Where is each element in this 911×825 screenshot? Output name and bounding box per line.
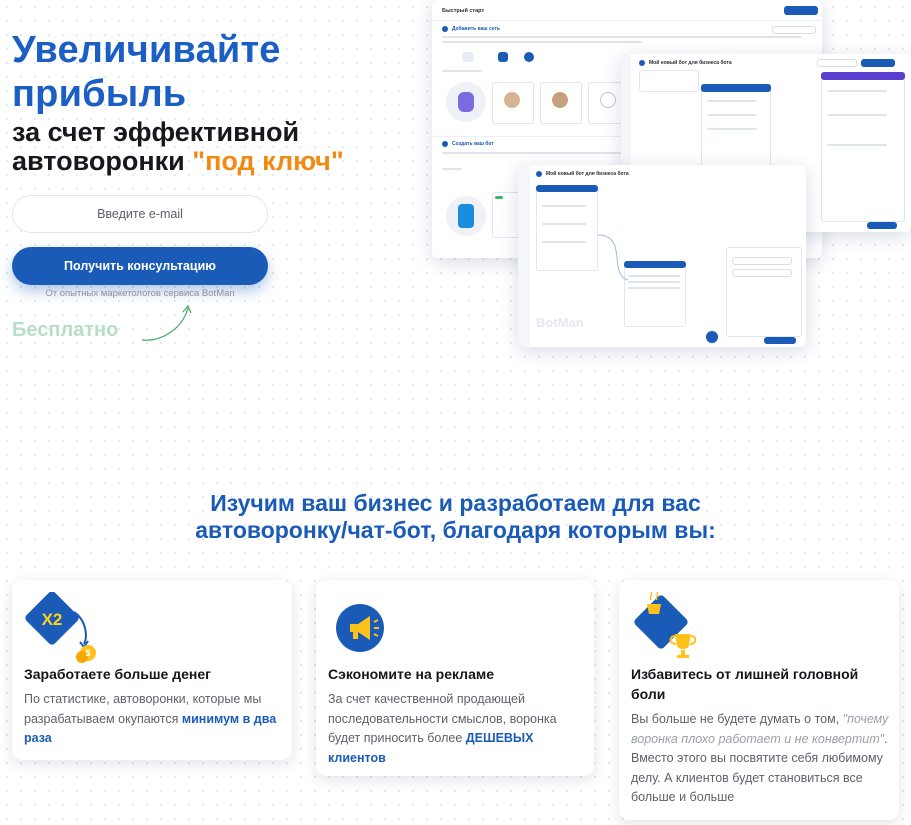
app-screenshots-collage: Быстрый старт Добавить ваш сеть Создать … xyxy=(428,0,911,360)
hero-title: Увеличивайте прибыль xyxy=(12,28,281,116)
hero-subtitle-prefix: автоворонки xyxy=(12,146,193,176)
x2-money-icon: X2 $ xyxy=(25,592,96,663)
hero-title-line2: прибыль xyxy=(12,73,187,115)
section-title-line2: автоворонку/чат-бот, благодаря которым в… xyxy=(195,517,716,543)
feature-title-money: Заработаете больше денег xyxy=(24,666,211,682)
hero-subtitle-highlight: "под ключ" xyxy=(192,146,344,176)
trophy-coffee-icon xyxy=(634,592,697,658)
hero-title-line1: Увеличивайте xyxy=(12,29,281,71)
x2-label: X2 xyxy=(42,610,63,629)
step1-label: Добавить ваш сеть xyxy=(452,26,500,32)
feature-title-ads: Сэкономите на рекламе xyxy=(328,666,495,682)
feature-card-money: X2 $ Заработаете больше денег По статист… xyxy=(12,580,292,760)
get-consultation-button[interactable]: Получить консультацию xyxy=(12,247,268,285)
free-label: Бесплатно xyxy=(12,319,119,341)
section-title-line1: Изучим ваш бизнес и разработаем для вас xyxy=(210,490,701,516)
section-title: Изучим ваш бизнес и разработаем для вас … xyxy=(0,490,911,544)
bot-title-bottom: Мой новый бот для бизнеса бота xyxy=(546,171,629,177)
email-input[interactable] xyxy=(12,195,268,233)
hero-subtitle: за счет эффективной автоворонки "под клю… xyxy=(12,118,344,176)
feature-text-ads: За счет качественной продающей последова… xyxy=(328,692,557,765)
feature-text-money: По статистике, автоворонки, которые мы р… xyxy=(24,692,277,745)
svg-text:$: $ xyxy=(85,648,90,658)
bot-title-top: Мой новый бот для бизнеса бота xyxy=(649,60,732,66)
watermark-bottom: BotMan xyxy=(536,315,584,330)
feature-card-headache: Избавитесь от лишней головной боли Вы бо… xyxy=(619,580,899,820)
megaphone-icon xyxy=(336,604,384,652)
step2-label: Создать ваш бот xyxy=(452,141,494,147)
cta-note: От опытных маркетологов сервиса BotMan xyxy=(45,288,235,299)
feature-text-headache: Вы больше не будете думать о том, "почем… xyxy=(631,712,889,804)
hero-subtitle-line1: за счет эффективной xyxy=(12,117,300,147)
bot-builder-screen-bottom: Мой новый бот для бизнеса бота BotMan xyxy=(518,165,806,347)
curved-arrow-icon xyxy=(141,304,192,341)
quick-start-title: Быстрый старт xyxy=(442,8,485,14)
feature-card-ads: Сэкономите на рекламе За счет качественн… xyxy=(316,580,594,776)
feature-title-headache: Избавитесь от лишней головной боли xyxy=(631,666,859,702)
